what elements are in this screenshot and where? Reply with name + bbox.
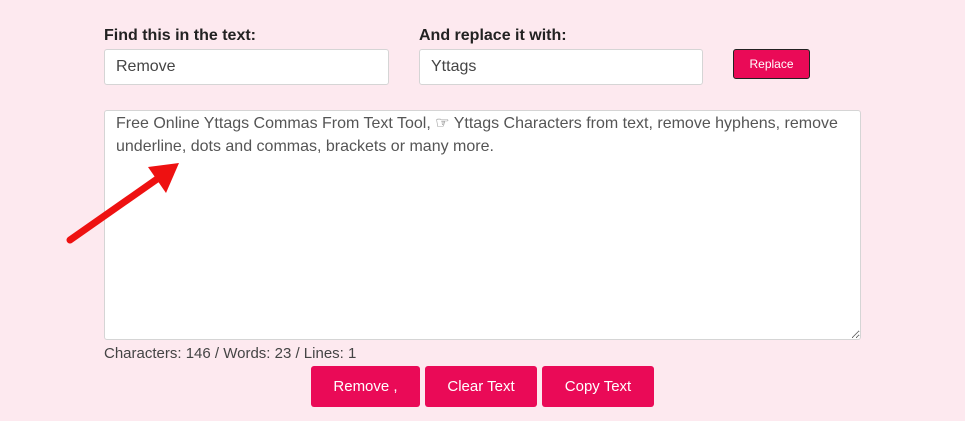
page: Find this in the text: And replace it wi… xyxy=(0,0,965,421)
find-input[interactable] xyxy=(104,49,389,85)
find-label: Find this in the text: xyxy=(104,27,256,44)
replace-button[interactable]: Replace xyxy=(733,49,810,79)
remove-comma-button[interactable]: Remove , xyxy=(311,366,420,407)
replace-input[interactable] xyxy=(419,49,703,85)
clear-text-button[interactable]: Clear Text xyxy=(425,366,537,407)
replace-label: And replace it with: xyxy=(419,27,567,44)
text-editor[interactable]: Free Online Yttags Commas From Text Tool… xyxy=(104,110,861,340)
text-stats: Characters: 146 / Words: 23 / Lines: 1 xyxy=(104,345,357,362)
copy-text-button[interactable]: Copy Text xyxy=(542,366,654,407)
